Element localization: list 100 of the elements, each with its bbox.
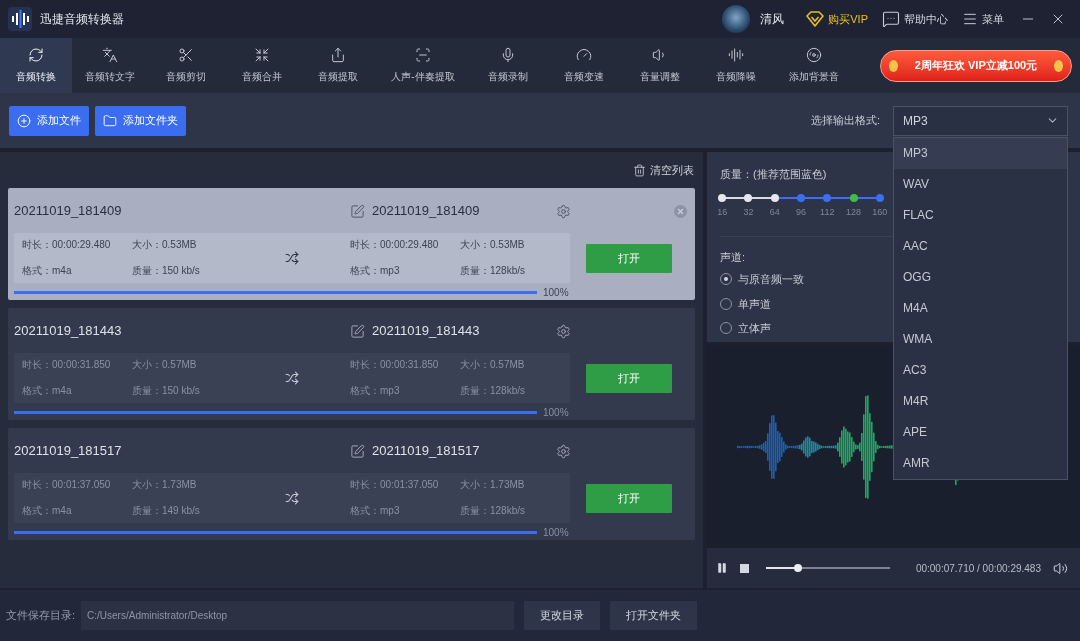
info-text: 时长：00:00:31.850 [22, 358, 112, 372]
circular-arrows-icon [28, 47, 44, 63]
stop-icon[interactable] [740, 563, 749, 573]
info-text: 质量：150 kb/s [132, 264, 201, 278]
format-option[interactable]: AC3 [894, 354, 1067, 386]
edit-icon[interactable] [350, 323, 365, 339]
info-text: 时长：00:00:29.480 [350, 238, 440, 252]
info-text: 质量：128kb/s [460, 264, 527, 278]
format-option[interactable]: AMR [894, 447, 1067, 479]
vip-shield-icon [806, 11, 825, 27]
promo-button[interactable]: 2周年狂欢 VIP立减100元 [880, 49, 1072, 82]
format-option[interactable]: M4R [894, 385, 1067, 417]
format-option[interactable]: WAV [894, 168, 1067, 200]
tool-tab[interactable]: 音量调整 [622, 38, 698, 93]
tool-tab[interactable]: 音频变速 [546, 38, 622, 93]
radio-label[interactable]: 单声道 [738, 295, 771, 312]
info-text: 时长：00:00:31.850 [350, 358, 440, 372]
add-button[interactable]: 添加文件 [9, 105, 89, 136]
coin-icon [889, 59, 898, 72]
tool-tab[interactable]: 音频转换 [0, 38, 72, 93]
tool-tab[interactable]: 音频剪切 [148, 38, 224, 93]
tick-label: 96 [795, 206, 806, 217]
info-text: 时长：00:00:29.480 [22, 238, 112, 252]
tick-label: 128 [846, 206, 862, 217]
edit-icon[interactable] [350, 443, 365, 459]
info-text: 大小：0.57MB [132, 358, 198, 372]
info-text: 大小：1.73MB [132, 478, 198, 492]
output-file-name: 20211019_181517 [372, 442, 481, 461]
shuffle-icon [285, 251, 299, 265]
source-file-name: 20211019_181443 [14, 322, 123, 341]
info-text: 大小：0.53MB [460, 238, 526, 252]
info-text: 质量：128kb/s [460, 504, 527, 518]
tool-tab[interactable]: 音频提取 [300, 38, 376, 93]
quality-slider[interactable]: 16 32 64 96 112 128 160 [709, 191, 893, 220]
add-button[interactable]: 添加文件夹 [95, 105, 186, 136]
file-card[interactable]: 20211019_181517 20211019_181517 时长：00:01:37.050 大小：1.73MB 格式：m4a 质量：149 kb/s 时长：00:01:37.050 大小：1.73MB 格式：mp3 质量：128kb/s 打开 100% [8, 428, 695, 540]
format-label: 选择输出格式: [810, 113, 880, 129]
save-dir-label: 文件保存目录: [6, 608, 76, 624]
edit-icon[interactable] [350, 203, 365, 219]
app-title: 迅捷音频转换器 [40, 11, 124, 28]
folder-button[interactable]: 更改目录 [524, 601, 601, 630]
user-name[interactable]: 清风 [760, 10, 785, 28]
format-option[interactable]: WMA [894, 323, 1067, 355]
settings-icon[interactable] [556, 203, 571, 219]
format-option[interactable]: FLAC [894, 199, 1067, 231]
tick-label: 64 [769, 206, 780, 217]
save-path-field[interactable]: C:/Users/Administrator/Desktop [81, 601, 515, 630]
trash-icon [633, 163, 646, 177]
progress-percent: 100% [543, 285, 569, 300]
info-text: 时长：00:01:37.050 [22, 478, 112, 492]
info-text: 质量：149 kb/s [132, 504, 201, 518]
file-card[interactable]: 20211019_181443 20211019_181443 时长：00:00:31.850 大小：0.57MB 格式：m4a 质量：150 kb/s 时长：00:00:31.850 大小：0.57MB 格式：mp3 质量：128kb/s 打开 100% [8, 308, 695, 420]
playback-time: 00:00:07.710 / 00:00:29.483 [915, 561, 1041, 576]
info-text: 格式：mp3 [350, 384, 401, 398]
gauge-icon [576, 47, 592, 63]
tool-tab[interactable]: 添加背景音 [774, 38, 854, 93]
info-text: 格式：m4a [22, 504, 73, 518]
pause-icon[interactable] [716, 562, 728, 574]
radio-label[interactable]: 立体声 [738, 320, 771, 337]
microphone-icon [500, 47, 516, 63]
menu-icon [962, 11, 978, 27]
scan-frame-icon [415, 47, 431, 63]
tick-label: 32 [743, 206, 754, 217]
coin-icon [1054, 59, 1063, 72]
tool-tab[interactable]: 音频合并 [224, 38, 300, 93]
format-select[interactable]: MP3 [893, 105, 1068, 136]
user-avatar[interactable] [722, 5, 751, 33]
radio-label[interactable]: 与原音频一致 [738, 271, 804, 288]
format-option[interactable]: M4A [894, 292, 1067, 324]
info-text: 质量：128kb/s [460, 384, 527, 398]
seek-thumb[interactable] [794, 564, 803, 572]
volume-icon[interactable] [1053, 560, 1068, 576]
tool-tab[interactable]: 音频录制 [470, 38, 546, 93]
tool-tab[interactable]: 人声-伴奏提取 [376, 38, 470, 93]
header-link[interactable]: 菜单 [982, 10, 1004, 28]
settings-icon[interactable] [556, 323, 571, 339]
settings-icon[interactable] [556, 443, 571, 459]
tick-label: 16 [717, 206, 728, 217]
clear-list-link[interactable]: 清空列表 [650, 161, 694, 179]
chat-bubble-icon [882, 10, 900, 28]
format-option[interactable]: APE [894, 416, 1067, 448]
shrink-arrows-icon [254, 47, 270, 63]
info-text: 格式：mp3 [350, 264, 401, 278]
format-option[interactable]: AAC [894, 230, 1067, 262]
format-option[interactable]: MP3 [894, 137, 1067, 169]
tool-tab[interactable]: 音频转文字 [72, 38, 148, 93]
info-text: 格式：m4a [22, 384, 73, 398]
format-option[interactable]: OGG [894, 261, 1067, 293]
header-link[interactable]: 购买VIP [828, 10, 868, 28]
tick-label: 112 [820, 206, 835, 217]
folder-button[interactable]: 打开文件夹 [610, 601, 698, 630]
output-file-name: 20211019_181443 [372, 322, 481, 341]
file-card[interactable]: 20211019_181409 20211019_181409 时长：00:00:29.480 大小：0.53MB 格式：m4a 质量：150 kb/s 时长：00:00:29.480 大小：0.53MB 格式：mp3 质量：128kb/s 打开 100% [8, 188, 695, 300]
shuffle-icon [285, 371, 299, 385]
shuffle-icon [285, 491, 299, 505]
header-link[interactable]: 帮助中心 [904, 10, 948, 28]
channel-label: 声道: [720, 249, 747, 265]
info-text: 大小：1.73MB [460, 478, 526, 492]
translate-icon [102, 47, 118, 63]
tool-tab[interactable]: 音频降噪 [698, 38, 774, 93]
